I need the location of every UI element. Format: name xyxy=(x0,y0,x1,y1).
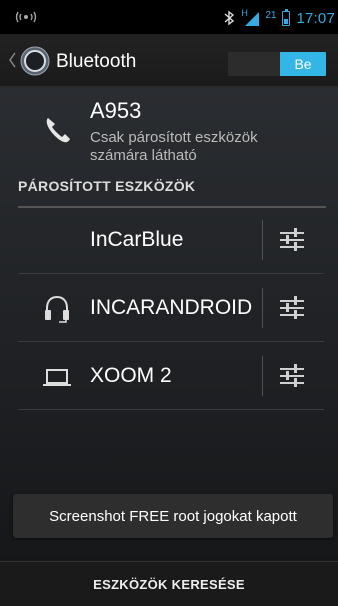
paired-device-item[interactable]: XOOM 2 xyxy=(0,342,338,410)
bluetooth-icon xyxy=(224,10,235,26)
action-bar: Bluetooth Be xyxy=(0,34,338,88)
signal-icon: H xyxy=(241,8,260,26)
clock: 17:07 xyxy=(296,9,335,27)
toast-message: Screenshot FREE root jogokat kapott xyxy=(13,494,333,538)
paired-device-item[interactable]: INCARANDROID xyxy=(0,274,338,342)
bluetooth-toggle[interactable]: Be xyxy=(228,52,326,76)
page-title: Bluetooth xyxy=(56,51,137,72)
device-name: A953 xyxy=(90,98,142,123)
phone-icon xyxy=(46,118,70,143)
toggle-on-label[interactable]: Be xyxy=(280,52,326,76)
divider xyxy=(262,220,263,260)
device-settings-icon[interactable] xyxy=(277,360,307,392)
this-device-row[interactable]: A953 Csak párosított eszközök számára lá… xyxy=(0,88,338,178)
wifi-tether-icon xyxy=(15,11,37,23)
paired-device-label: XOOM 2 xyxy=(90,364,172,387)
search-devices-button[interactable]: ESZKÖZÖK KERESÉSE xyxy=(0,561,338,606)
paired-device-label: INCARANDROID xyxy=(90,296,253,319)
row-divider xyxy=(18,409,324,410)
device-settings-icon[interactable] xyxy=(277,292,307,324)
up-caret-icon[interactable] xyxy=(8,52,16,68)
paired-devices-header: PÁROSÍTOTT ESZKÖZÖK xyxy=(18,178,326,208)
laptop-icon xyxy=(43,369,71,386)
status-bar: H 21 17:07 xyxy=(0,0,338,34)
battery-percent: 21 xyxy=(265,9,277,21)
headset-icon xyxy=(45,295,69,323)
bluetooth-app-icon[interactable] xyxy=(20,46,50,76)
paired-device-label: InCarBlue xyxy=(90,228,184,251)
divider xyxy=(262,356,263,396)
battery-icon xyxy=(282,8,291,26)
divider xyxy=(262,288,263,328)
device-visibility-status: Csak párosított eszközök számára látható xyxy=(90,129,258,164)
paired-device-item[interactable]: InCarBlue xyxy=(0,206,338,274)
device-settings-icon[interactable] xyxy=(277,224,307,256)
